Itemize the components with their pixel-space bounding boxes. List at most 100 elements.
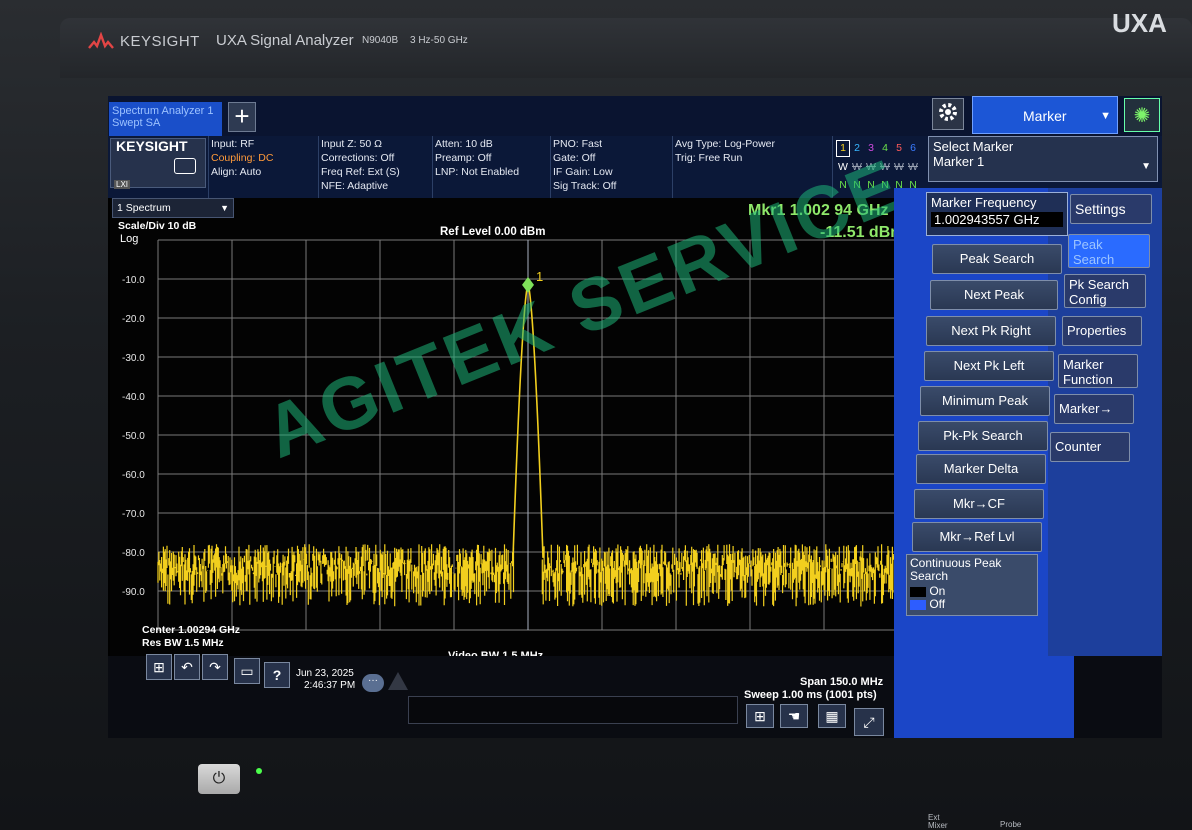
help-icon: ? bbox=[272, 667, 282, 683]
tab-line-2: Swept SA bbox=[112, 117, 161, 129]
res-bw[interactable]: Res BW 1.5 MHz bbox=[142, 637, 224, 649]
marker-delta-button[interactable]: Marker Delta bbox=[916, 454, 1046, 484]
busy-indicator-icon[interactable]: ✺ bbox=[1124, 98, 1160, 132]
y-tick-label: -80.0 bbox=[122, 548, 145, 559]
status-time: 2:46:37 PM bbox=[304, 680, 356, 691]
menu-dropdown[interactable]: Marker ▼ bbox=[972, 96, 1118, 134]
info-coupling: Coupling: DC bbox=[211, 152, 274, 164]
marker-frequency-label: Marker Frequency bbox=[931, 195, 1037, 210]
display-screen: Spectrum Analyzer 1 Swept SA + Marker ▼ … bbox=[108, 96, 1162, 738]
trace-5[interactable]: 5 bbox=[892, 141, 906, 156]
tab-line-1: Spectrum Analyzer 1 bbox=[112, 105, 214, 117]
series-badge: UXA bbox=[1112, 8, 1167, 38]
sweep-value[interactable]: Sweep 1.00 ms (1001 pts) bbox=[744, 689, 877, 701]
continuous-peak-search[interactable]: Continuous Peak Search On Off bbox=[906, 554, 1038, 616]
info-gate: Gate: Off bbox=[553, 152, 596, 164]
touch-icon: ☚ bbox=[787, 707, 801, 724]
file-button[interactable]: ▭ bbox=[234, 658, 260, 684]
y-tick-label: -90.0 bbox=[122, 587, 145, 598]
freq-range: 3 Hz-50 GHz bbox=[410, 35, 468, 46]
next-peak-button[interactable]: Next Peak bbox=[930, 280, 1058, 310]
tab-properties[interactable]: Properties bbox=[1062, 316, 1142, 346]
add-screen-button[interactable]: + bbox=[228, 102, 256, 132]
windows-icon: ⊞ bbox=[153, 658, 165, 675]
help-button[interactable]: ? bbox=[264, 662, 290, 688]
peak-search-button[interactable]: Peak Search bbox=[932, 244, 1062, 274]
mkr-to-cf-button[interactable]: Mkr→CF bbox=[914, 489, 1044, 519]
trace-6[interactable]: 6 bbox=[906, 141, 920, 156]
tab-peak-search[interactable]: Peak Search bbox=[1068, 234, 1150, 268]
warning-icon[interactable] bbox=[388, 672, 408, 690]
zoom-button[interactable]: ⤢ bbox=[854, 708, 884, 736]
multi-window-button[interactable]: ▦ bbox=[818, 704, 846, 728]
info-trig: Trig: Free Run bbox=[675, 152, 743, 164]
mkr-to-ref-lvl-button[interactable]: Mkr→Ref Lvl bbox=[912, 522, 1042, 552]
tab-settings[interactable]: Settings bbox=[1070, 194, 1152, 224]
continuous-peak-label: Continuous Peak Search bbox=[910, 556, 1002, 583]
y-tick-label: -50.0 bbox=[122, 431, 145, 442]
info-col-corrections[interactable]: Input Z: 50 Ω Corrections: Off Freq Ref:… bbox=[318, 136, 432, 198]
continuous-on[interactable]: On bbox=[929, 584, 945, 598]
message-field bbox=[408, 696, 738, 724]
lxi-badge: LXI bbox=[114, 180, 131, 189]
keysight-wave-icon bbox=[88, 31, 114, 54]
info-avg-type: Avg Type: Log-Power bbox=[675, 138, 776, 150]
info-freq-ref: Freq Ref: Ext (S) bbox=[321, 166, 400, 178]
messages-icon[interactable]: ··· bbox=[362, 674, 384, 692]
tab-marker-function[interactable]: Marker Function bbox=[1058, 354, 1138, 388]
continuous-off[interactable]: Off bbox=[929, 597, 945, 611]
remote-icon bbox=[174, 158, 196, 174]
windows-button[interactable]: ⊞ bbox=[146, 654, 172, 680]
touch-button[interactable]: ☚ bbox=[780, 704, 808, 728]
y-tick-label: -70.0 bbox=[122, 509, 145, 520]
keysight-logo: KEYSIGHT bbox=[116, 138, 188, 154]
settings-button[interactable] bbox=[932, 98, 964, 130]
redo-icon: ↷ bbox=[209, 658, 221, 675]
y-tick-label: -10.0 bbox=[122, 275, 145, 286]
power-icon: ⏻ bbox=[212, 770, 226, 787]
minimum-peak-button[interactable]: Minimum Peak bbox=[920, 386, 1050, 416]
scale-per-div[interactable]: Scale/Div 10 dB bbox=[118, 220, 196, 232]
tab-counter[interactable]: Counter bbox=[1050, 432, 1130, 462]
y-tick-label: -60.0 bbox=[122, 470, 145, 481]
select-marker-label: Select Marker bbox=[933, 139, 1014, 154]
span-value[interactable]: Span 150.0 MHz bbox=[800, 676, 883, 688]
select-marker-box[interactable]: Select Marker Marker 1 ▼ bbox=[928, 136, 1158, 182]
info-col-input[interactable]: Input: RF Coupling: DC Align: Auto bbox=[208, 136, 318, 198]
info-pno: PNO: Fast bbox=[553, 138, 603, 150]
layout-button[interactable]: ⊞ bbox=[746, 704, 774, 728]
tab-pk-search-config[interactable]: Pk Search Config bbox=[1064, 274, 1146, 308]
undo-button[interactable]: ↶ bbox=[174, 654, 200, 680]
power-button[interactable]: ⏻ bbox=[198, 764, 240, 794]
marker-frequency-field[interactable]: Marker Frequency 1.002943557 GHz bbox=[926, 192, 1068, 236]
info-if-gain: IF Gain: Low bbox=[553, 166, 613, 178]
next-pk-left-button[interactable]: Next Pk Left bbox=[924, 351, 1054, 381]
probe-label: Probe bbox=[1000, 820, 1022, 829]
brand-name: KEYSIGHT bbox=[120, 33, 200, 50]
tab-marker-to[interactable]: Marker→ bbox=[1054, 394, 1134, 424]
undo-icon: ↶ bbox=[181, 658, 193, 675]
ext-mixer-label: Ext Mixer bbox=[928, 814, 948, 830]
info-atten: Atten: 10 dB bbox=[435, 138, 493, 150]
gear-icon bbox=[936, 100, 960, 129]
view-select-label: 1 Spectrum bbox=[117, 202, 171, 214]
menu-label: Marker bbox=[1023, 108, 1067, 124]
marker-frequency-value: 1.002943557 GHz bbox=[931, 212, 1063, 227]
pk-pk-search-button[interactable]: Pk-Pk Search bbox=[918, 421, 1048, 451]
info-lnp: LNP: Not Enabled bbox=[435, 166, 520, 178]
mixer-label: Mixer bbox=[928, 821, 948, 830]
center-freq[interactable]: Center 1.00294 GHz bbox=[142, 624, 240, 636]
chevron-down-icon: ▼ bbox=[1100, 110, 1111, 122]
y-tick-label: -20.0 bbox=[122, 314, 145, 325]
redo-button[interactable]: ↷ bbox=[202, 654, 228, 680]
model-name: UXA Signal Analyzer bbox=[216, 32, 354, 49]
tab-spectrum-analyzer[interactable]: Spectrum Analyzer 1 Swept SA bbox=[109, 102, 222, 136]
info-align: Align: Auto bbox=[211, 166, 262, 178]
info-col-pno[interactable]: PNO: Fast Gate: Off IF Gain: Low Sig Tra… bbox=[550, 136, 672, 198]
layout-icon: ⊞ bbox=[754, 707, 766, 724]
info-input-z: Input Z: 50 Ω bbox=[321, 138, 382, 150]
next-pk-right-button[interactable]: Next Pk Right bbox=[926, 316, 1056, 346]
power-led bbox=[256, 768, 262, 774]
view-select-dropdown[interactable]: 1 Spectrum ▼ bbox=[112, 198, 234, 218]
info-col-atten[interactable]: Atten: 10 dB Preamp: Off LNP: Not Enable… bbox=[432, 136, 550, 198]
